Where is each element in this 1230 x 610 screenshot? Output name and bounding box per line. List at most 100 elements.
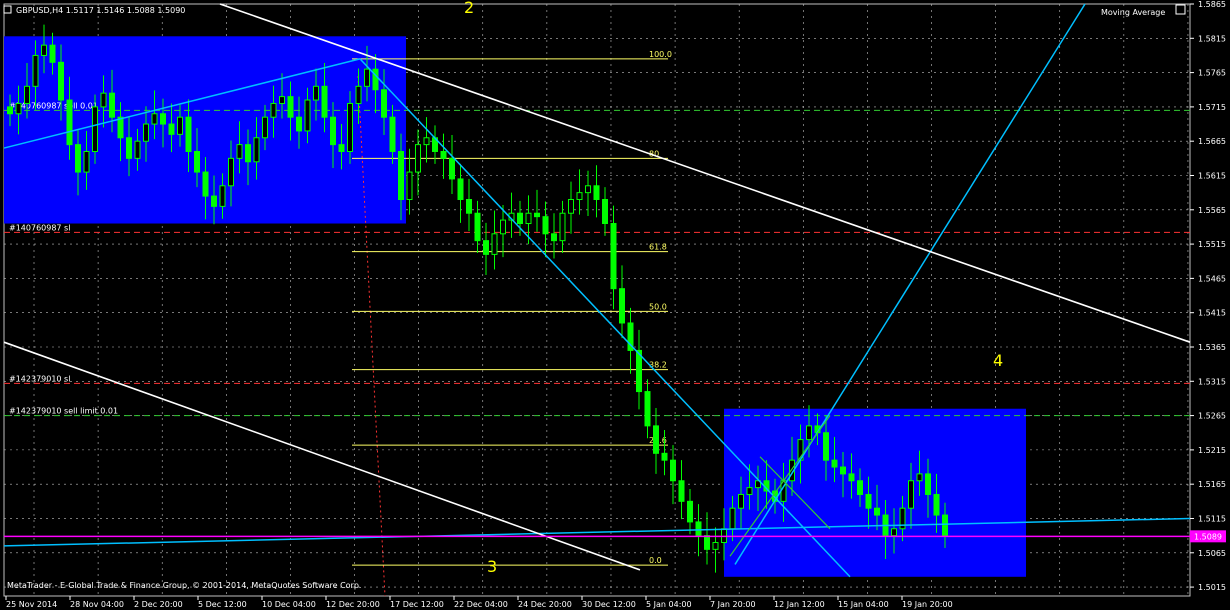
- candle-body: [423, 137, 430, 146]
- candle-body: [542, 216, 549, 235]
- candle-body: [304, 99, 311, 132]
- candle-body: [644, 391, 651, 427]
- candle-body: [840, 466, 846, 475]
- candle-body: [177, 116, 183, 135]
- candle-body: [551, 233, 557, 242]
- candle-body: [712, 541, 719, 550]
- candle-body: [602, 199, 608, 225]
- zone-box-right: [724, 408, 1026, 577]
- candle-body: [670, 459, 676, 482]
- y-tick-label: 1.5815: [1198, 34, 1226, 43]
- candle-body: [678, 480, 685, 502]
- candle-body: [865, 493, 872, 509]
- candle-body: [593, 185, 600, 201]
- candle-body: [585, 185, 591, 194]
- candle-body: [704, 535, 710, 550]
- candle-body: [848, 473, 855, 482]
- candle-body: [168, 123, 175, 135]
- x-tick-label: 19 Jan 20:00: [902, 600, 953, 609]
- indicator-label: Moving Average: [1101, 8, 1165, 17]
- candle-body: [389, 116, 396, 152]
- candle-body: [500, 219, 506, 235]
- candle-body: [49, 44, 56, 63]
- y-tick-label: 1.5315: [1198, 377, 1226, 386]
- x-tick-label: 25 Nov 2014: [6, 600, 57, 609]
- price-chart[interactable]: #140760987 sell 0.01 #140760987 sl #142379…: [0, 0, 1230, 610]
- candle-body: [916, 473, 923, 482]
- fib-level-label: 38.2: [649, 361, 667, 370]
- candle-body: [355, 85, 362, 104]
- y-tick-label: 1.5465: [1198, 274, 1226, 283]
- y-tick-label: 1.5565: [1198, 206, 1226, 215]
- y-tick-label: 1.5065: [1198, 549, 1226, 558]
- candle-body: [466, 199, 472, 214]
- fib-level-label: 100.0: [649, 50, 672, 59]
- candle-body: [219, 185, 226, 207]
- y-tick-label: 1.5515: [1198, 240, 1226, 249]
- x-tick-label: 28 Nov 04:00: [70, 600, 124, 609]
- x-tick-label: 12 Dec 20:00: [326, 600, 380, 609]
- candle-body: [525, 212, 532, 225]
- candle-body: [653, 425, 659, 454]
- candle-body: [491, 233, 498, 255]
- candle-body: [440, 150, 447, 159]
- candle-body: [933, 493, 940, 516]
- candle-body: [313, 85, 319, 101]
- y-tick-label: 1.5615: [1198, 171, 1226, 180]
- y-tick-label: 1.5265: [1198, 412, 1226, 421]
- candle-body: [457, 178, 464, 201]
- candle-body: [66, 99, 73, 146]
- x-tick-label: 30 Dec 12:00: [582, 600, 636, 609]
- candle-body: [24, 85, 30, 104]
- candle-body: [160, 113, 166, 125]
- x-tick-label: 7 Jan 20:00: [710, 600, 756, 609]
- candle-body: [347, 102, 353, 152]
- symbol-info: GBPUSD,H4 1.5117 1.5146 1.5088 1.5090: [16, 6, 185, 15]
- x-tick-label: 10 Dec 04:00: [262, 600, 316, 609]
- candle-body: [75, 144, 81, 173]
- x-tick-label: 15 Jan 04:00: [838, 600, 889, 609]
- candle-body: [857, 480, 863, 495]
- level-label: #142379010 sell limit 0.01: [9, 407, 118, 416]
- fib-level-label: 50.0: [649, 302, 667, 311]
- x-tick-label: 22 Dec 04:00: [454, 600, 508, 609]
- x-tick-label: 24 Dec 20:00: [518, 600, 572, 609]
- candle-body: [746, 487, 753, 495]
- candle-body: [245, 144, 251, 163]
- current-price-label: 1.5089: [1194, 532, 1222, 541]
- candle-body: [483, 240, 489, 255]
- x-tick-label: 12 Jan 12:00: [774, 600, 825, 609]
- y-tick-label: 1.5165: [1198, 480, 1226, 489]
- candle-body: [262, 116, 268, 139]
- candle-body: [738, 493, 744, 509]
- y-tick-label: 1.5865: [1198, 0, 1226, 9]
- level-label: #140760987 sl: [9, 223, 70, 232]
- y-tick-label: 1.5365: [1198, 343, 1226, 352]
- candle-body: [695, 521, 702, 537]
- x-tick-label: 17 Dec 12:00: [390, 600, 444, 609]
- candle-body: [406, 171, 413, 201]
- copyright-text: MetaTrader - E-Global Trade & Finance Gr…: [7, 581, 361, 590]
- candle-body: [398, 150, 404, 201]
- candle-body: [100, 92, 107, 108]
- candle-body: [338, 144, 345, 152]
- candle-body: [908, 480, 914, 509]
- candle-body: [534, 212, 540, 218]
- y-tick-label: 1.5715: [1198, 103, 1226, 112]
- candle-body: [687, 500, 693, 523]
- x-tick-label: 5 Dec 12:00: [198, 600, 247, 609]
- candle-body: [330, 116, 336, 146]
- candle-body: [364, 68, 370, 87]
- candle-body: [729, 507, 736, 530]
- wave-label-4: 4: [993, 351, 1003, 370]
- candle-body: [925, 473, 931, 495]
- candle-body: [891, 528, 897, 537]
- candle-body: [92, 106, 98, 152]
- candle-body: [517, 212, 523, 225]
- candle-body: [211, 195, 217, 207]
- fib-level-label: 0.0: [649, 556, 662, 565]
- candle-body: [449, 157, 455, 180]
- candle-body: [185, 116, 192, 152]
- candle-body: [942, 514, 948, 537]
- candle-body: [202, 171, 209, 197]
